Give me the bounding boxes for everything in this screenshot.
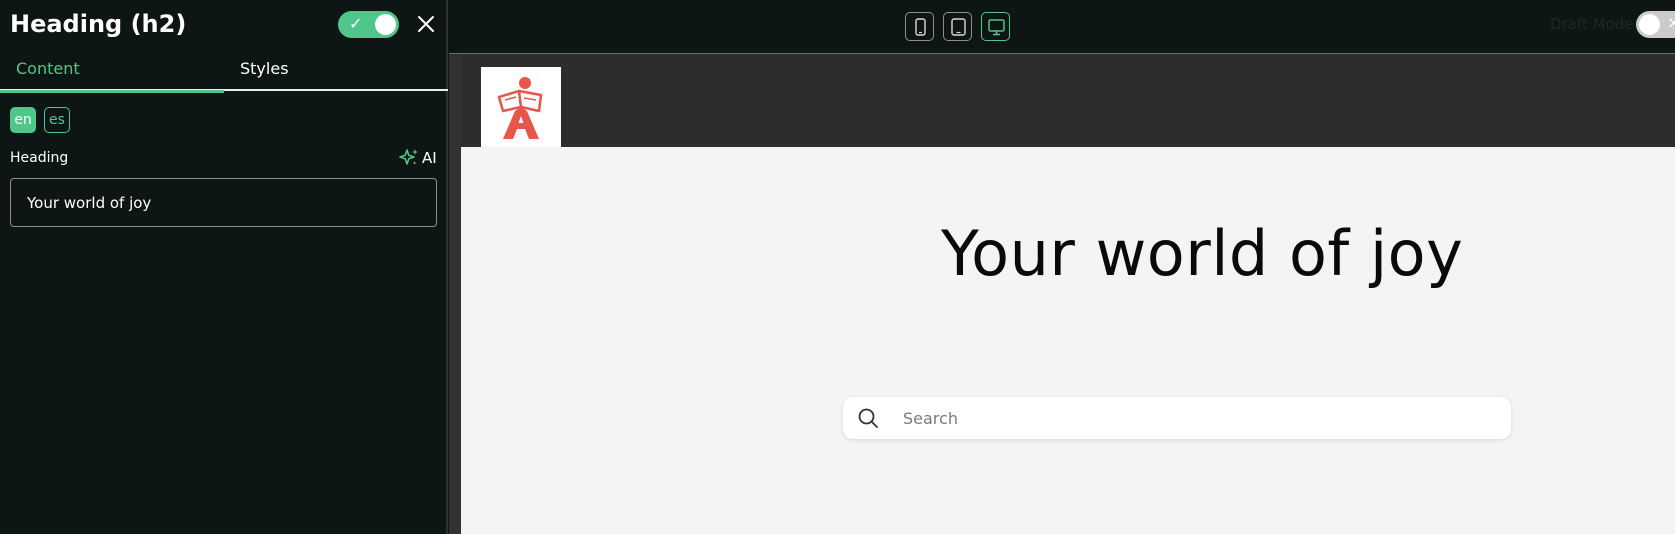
language-es-button[interactable]: es [44,107,70,133]
tab-styles[interactable]: Styles [224,52,448,90]
site-header [461,54,1675,147]
preview-frame: Your world of joy [449,53,1675,534]
visibility-toggle[interactable]: ✓ [338,11,399,38]
editor-panel: Heading (h2) ✓ Content Styles en es Head… [0,0,448,534]
reading-figure-logo-icon [497,77,543,139]
heading-field-label: Heading [10,150,69,166]
tablet-view-button[interactable] [943,12,972,41]
search-bar[interactable] [843,397,1511,439]
mobile-view-button[interactable] [905,12,934,41]
ai-label: AI [422,149,437,167]
panel-tabs: Content Styles [0,52,448,93]
sparkle-icon [399,149,418,165]
mobile-icon [915,18,926,36]
draft-mode-toggle[interactable]: × [1636,11,1675,38]
toggle-knob [375,14,396,35]
search-icon [858,408,878,428]
heading-input[interactable] [10,178,437,227]
check-icon: ✓ [349,14,363,33]
draft-mode-label: Draft Mode [1550,15,1634,33]
panel-title: Heading (h2) [10,10,187,38]
panel-header: Heading (h2) ✓ [10,8,440,44]
toggle-knob [1639,14,1660,35]
search-input[interactable] [903,397,1493,439]
close-icon[interactable] [416,14,436,34]
site-body: Your world of joy [461,147,1675,534]
desktop-icon [988,19,1005,36]
close-icon: × [1667,13,1675,32]
desktop-view-button[interactable] [981,12,1010,41]
tab-content[interactable]: Content [0,52,224,93]
language-en-button[interactable]: en [10,107,36,133]
site-logo[interactable] [481,67,561,147]
tablet-icon [951,18,966,36]
ai-button[interactable]: AI [398,147,438,169]
hero-heading[interactable]: Your world of joy [941,217,1463,290]
